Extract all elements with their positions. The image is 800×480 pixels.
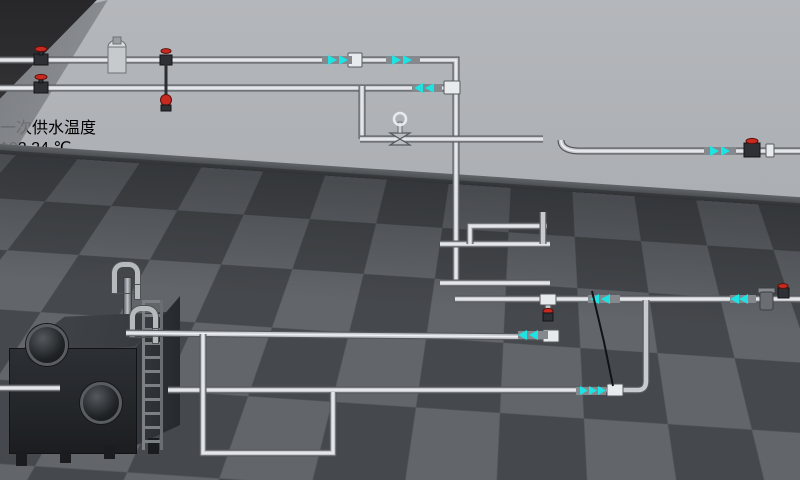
primary-return-pipe [0,86,450,139]
pressure-sensor-line [592,291,613,386]
filter-separator [108,37,126,73]
gate-valve-secondary-return[interactable] [778,284,789,298]
secondary-supply-pipe [561,140,800,151]
gate-valve-supply-1[interactable] [34,46,48,65]
primary-supply-pipe [0,60,456,283]
hmi-screen: 一次供水温度 102.24 ℃ 一次供水压力 0.70 Mpa 一次回水温度 3… [0,0,800,480]
gate-valve-return-1[interactable] [34,74,48,93]
pipe-flanges [348,53,774,396]
drain-valve-secondary-return[interactable] [543,308,553,321]
return-canister-fitting [758,288,775,310]
tank-outlet-pipe [126,333,553,337]
gate-valve-secondary-supply[interactable] [744,138,760,157]
gate-valve-supply-2[interactable] [160,49,172,65]
pipe-network [0,0,800,480]
